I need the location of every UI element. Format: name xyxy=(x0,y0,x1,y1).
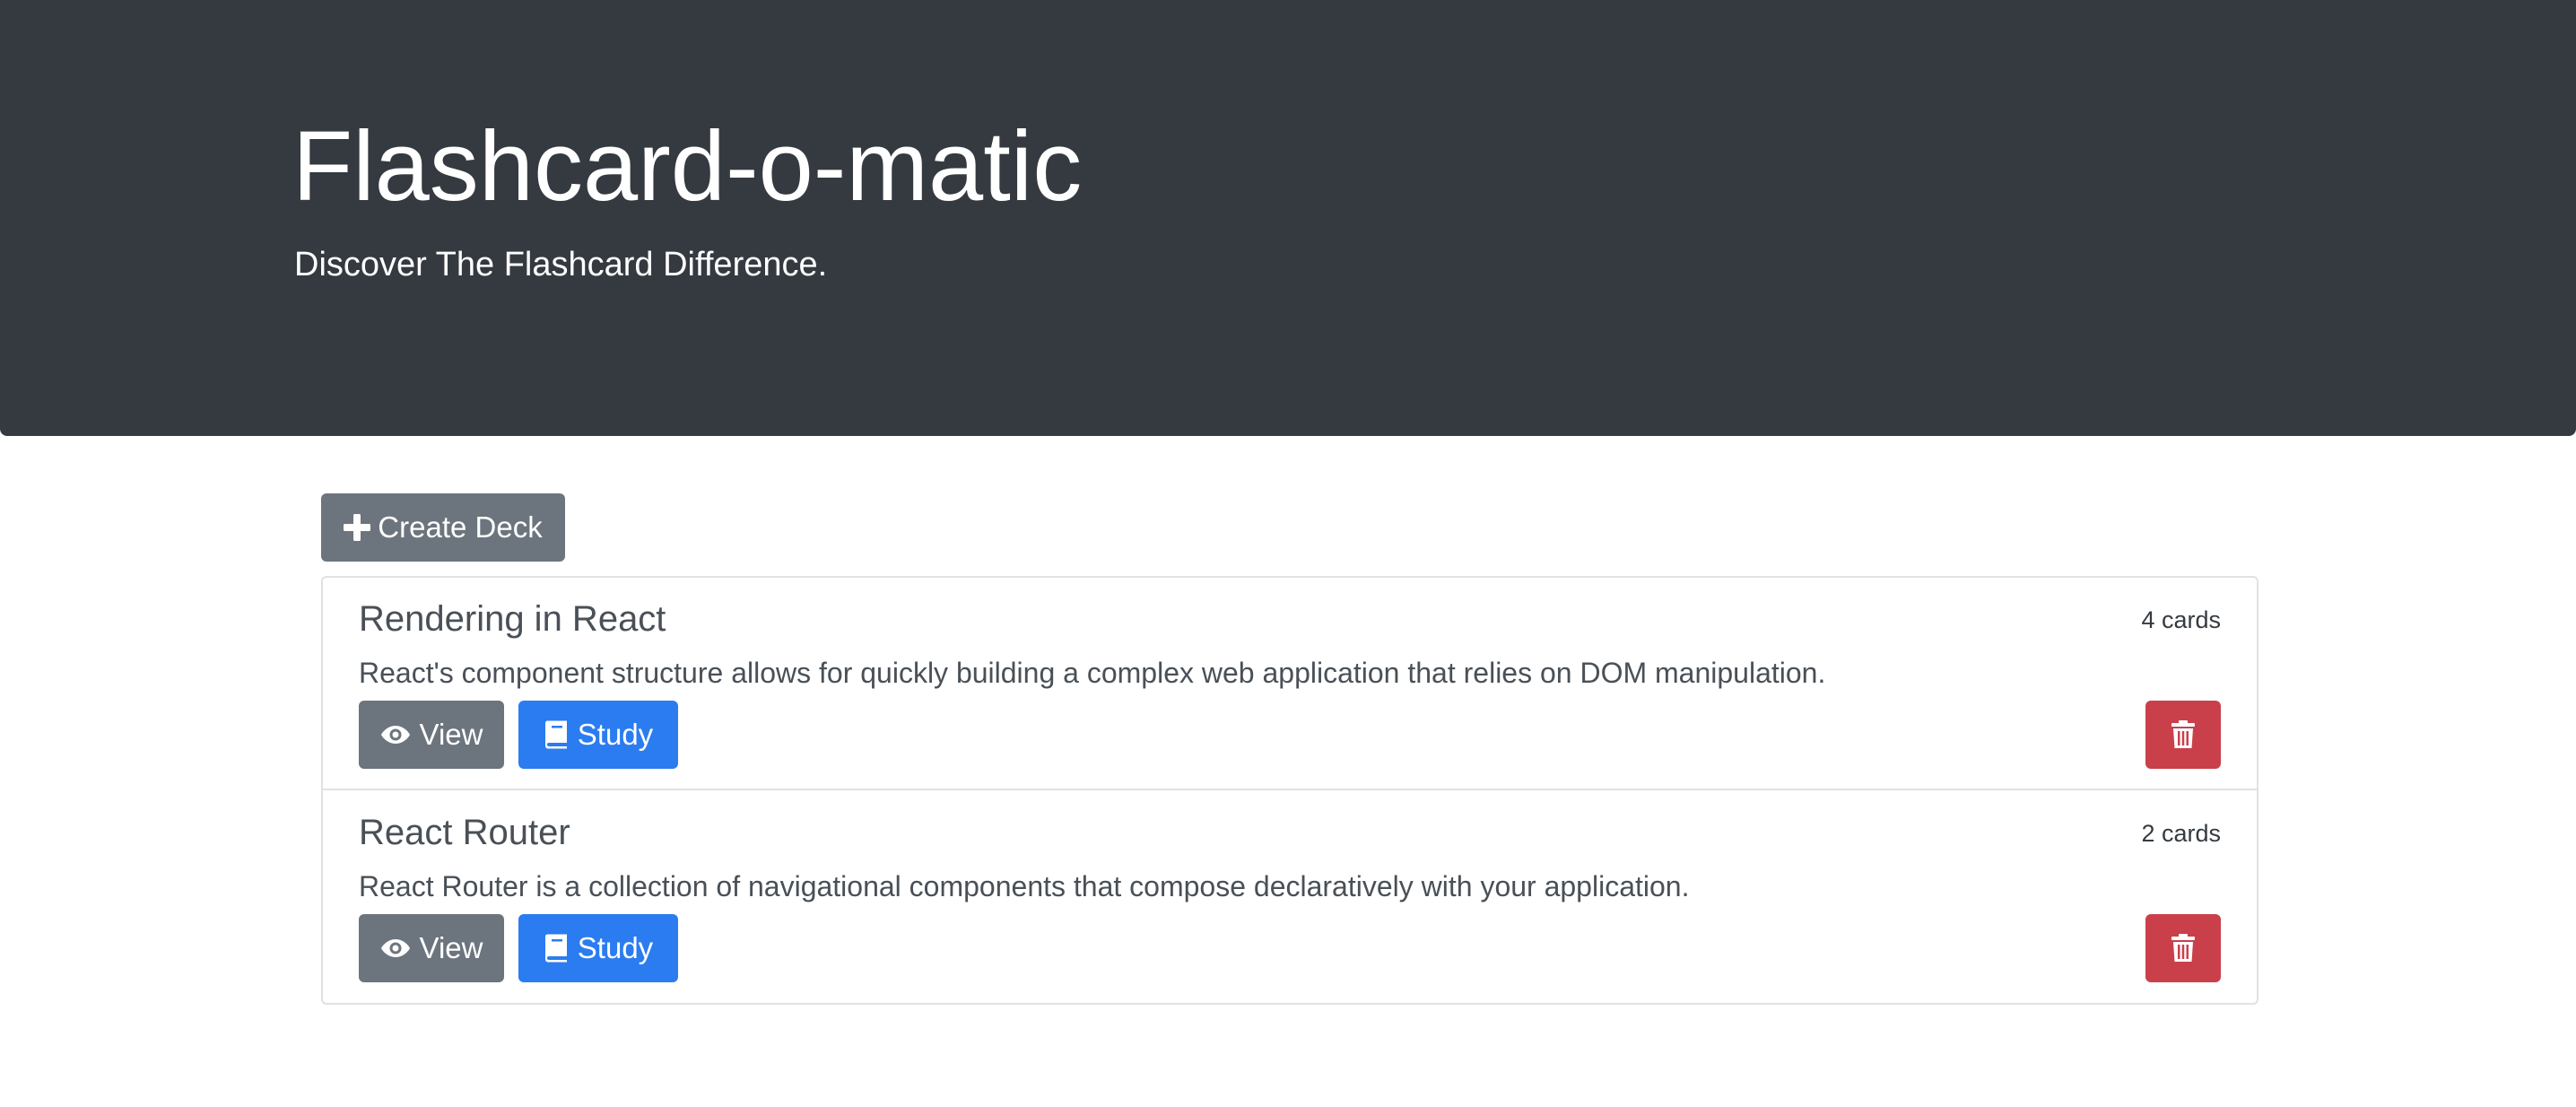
study-deck-button[interactable]: Study xyxy=(518,701,678,769)
deck-description: React's component structure allows for q… xyxy=(359,657,1826,689)
study-label: Study xyxy=(577,931,654,964)
deck-list: Rendering in React 4 cards React's compo… xyxy=(321,576,2258,1005)
page-title: Flashcard-o-matic xyxy=(292,111,1083,222)
view-deck-button[interactable]: View xyxy=(359,701,504,769)
book-icon xyxy=(544,720,569,749)
deck-card-count: 4 cards xyxy=(2141,606,2221,633)
deck-name: Rendering in React xyxy=(359,599,666,639)
trash-icon xyxy=(2171,720,2195,749)
deck-item: React Router 2 cards React Router is a c… xyxy=(323,791,2257,1004)
create-deck-button[interactable]: Create Deck xyxy=(321,493,565,562)
view-label: View xyxy=(419,718,483,751)
delete-deck-button[interactable] xyxy=(2145,701,2221,769)
deck-name: React Router xyxy=(359,813,570,852)
create-deck-label: Create Deck xyxy=(378,510,543,544)
deck-description: React Router is a collection of navigati… xyxy=(359,870,1690,902)
trash-icon xyxy=(2171,934,2195,963)
view-label: View xyxy=(419,931,483,964)
deck-item: Rendering in React 4 cards React's compo… xyxy=(323,578,2257,790)
deck-card-count: 2 cards xyxy=(2141,820,2221,847)
eye-icon xyxy=(380,724,411,745)
view-deck-button[interactable]: View xyxy=(359,914,504,982)
eye-icon xyxy=(380,937,411,959)
study-deck-button[interactable]: Study xyxy=(518,914,678,982)
plus-icon xyxy=(344,514,371,541)
delete-deck-button[interactable] xyxy=(2145,914,2221,982)
header-jumbotron: Flashcard-o-matic Discover The Flashcard… xyxy=(0,0,2576,436)
book-icon xyxy=(544,934,569,963)
page-subtitle: Discover The Flashcard Difference. xyxy=(294,246,828,283)
study-label: Study xyxy=(577,718,654,751)
